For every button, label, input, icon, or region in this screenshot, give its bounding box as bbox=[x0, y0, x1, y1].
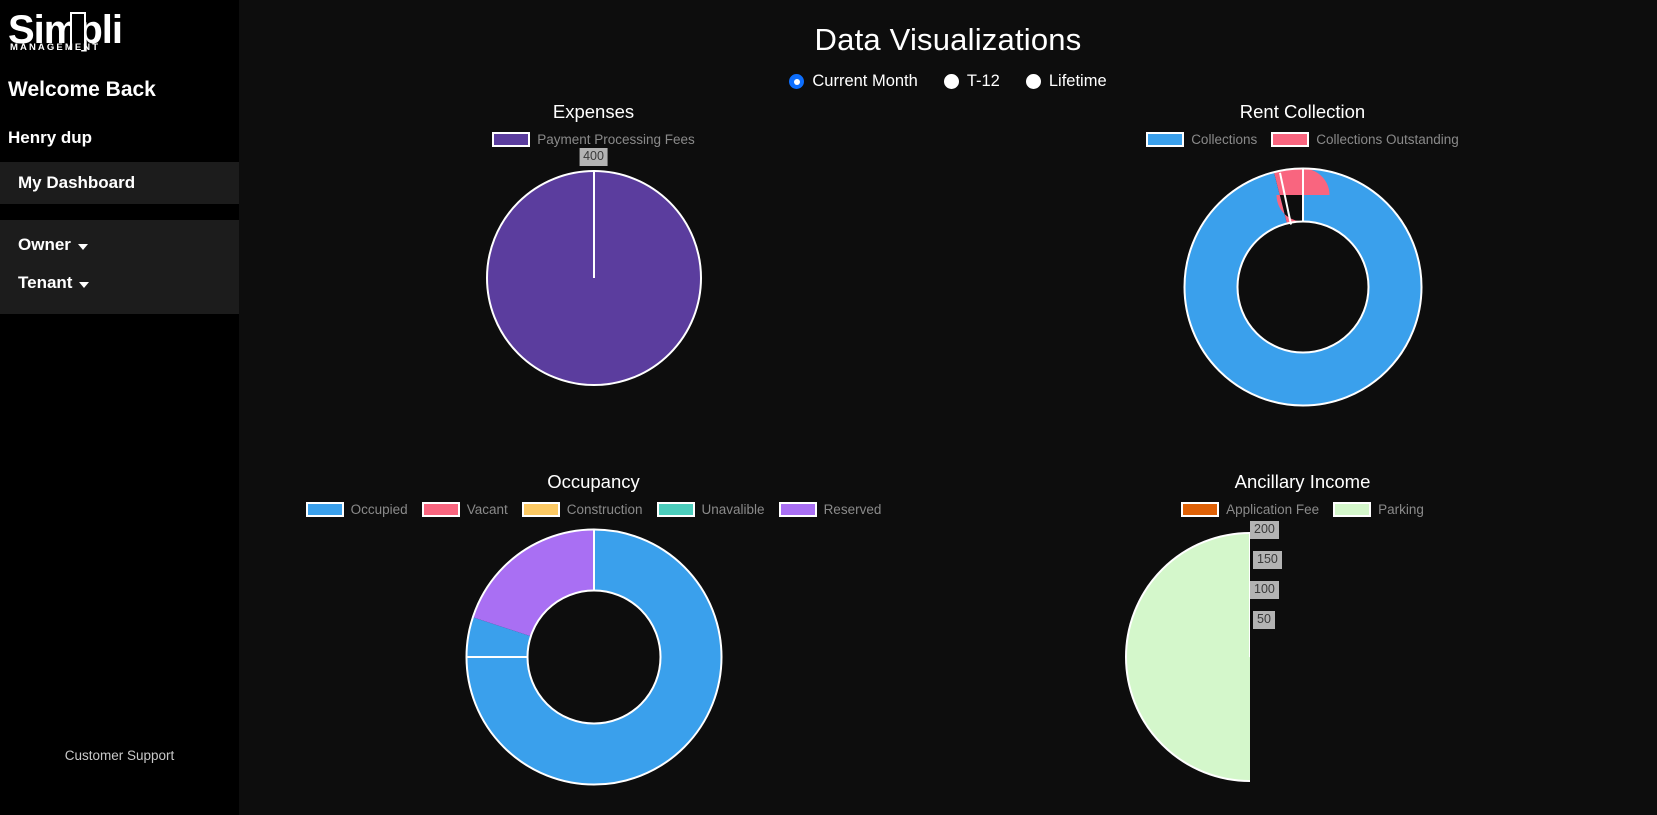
rent-collection-doughnut-svg[interactable] bbox=[1093, 153, 1513, 423]
chart-title: Occupancy bbox=[547, 471, 640, 492]
user-name: Henry dup bbox=[8, 128, 93, 147]
viewport-clip-mask bbox=[1250, 531, 1460, 803]
brand-logo[interactable]: Simpli MANAGEMENT bbox=[0, 0, 239, 62]
chart-canvas-expenses[interactable]: 400 bbox=[239, 148, 948, 453]
doughnut-inner-ring bbox=[526, 589, 661, 725]
data-label-ancillary-100: 100 bbox=[1250, 581, 1279, 599]
radio-t12[interactable]: T-12 bbox=[943, 72, 1000, 91]
legend-item[interactable]: Construction bbox=[521, 502, 643, 517]
chart-canvas-rent-collection[interactable] bbox=[948, 153, 1657, 453]
data-label-ancillary-150: 150 bbox=[1253, 551, 1282, 569]
legend-label: Collections Outstanding bbox=[1316, 132, 1459, 147]
legend-label: Application Fee bbox=[1226, 502, 1320, 517]
legend-item[interactable]: Collections bbox=[1146, 132, 1257, 147]
sidebar-item-tenant[interactable]: Tenant bbox=[0, 264, 239, 302]
chart-title: Expenses bbox=[552, 101, 635, 122]
radio-current-month[interactable]: Current Month bbox=[789, 72, 918, 91]
chart-ancillary-income: Ancillary Income Application Fee Parking bbox=[948, 471, 1657, 813]
page-title: Data Visualizations bbox=[814, 22, 1082, 57]
ancillary-income-pie-svg[interactable] bbox=[1038, 523, 1460, 803]
radio-unselected-icon[interactable] bbox=[1025, 74, 1041, 89]
legend-label: Construction bbox=[566, 502, 643, 517]
charts-row-top: Expenses Payment Processing Fees 400 Ren… bbox=[239, 101, 1657, 453]
chart-title: Rent Collection bbox=[1239, 101, 1366, 122]
sidebar: Simpli MANAGEMENT Welcome Back Henry dup… bbox=[0, 0, 239, 815]
chart-occupancy: Occupancy Occupied Vacant Construction U… bbox=[239, 471, 948, 813]
legend-label: Occupied bbox=[350, 502, 408, 517]
legend-item[interactable]: Payment Processing Fees bbox=[492, 132, 695, 147]
sidebar-item-label: Owner bbox=[18, 235, 71, 254]
legend-swatch-application-fee bbox=[1181, 502, 1220, 517]
legend-swatch-reserved bbox=[778, 502, 817, 517]
legend-label: Payment Processing Fees bbox=[537, 132, 695, 147]
date-range-radio-group: Current Month T-12 Lifetime bbox=[239, 72, 1657, 91]
legend-item[interactable]: Collections Outstanding bbox=[1271, 132, 1459, 147]
main-content: Data Visualizations Current Month T-12 L… bbox=[239, 0, 1657, 815]
chart-expenses: Expenses Payment Processing Fees 400 bbox=[239, 101, 948, 453]
legend-item[interactable]: Occupied bbox=[305, 502, 408, 517]
chevron-down-icon bbox=[77, 243, 88, 250]
chart-canvas-occupancy[interactable] bbox=[239, 523, 948, 813]
radio-unselected-icon[interactable] bbox=[943, 74, 959, 89]
legend-label: Vacant bbox=[466, 502, 508, 517]
legend-swatch-construction bbox=[521, 502, 560, 517]
sidebar-item-owner[interactable]: Owner bbox=[0, 226, 239, 264]
legend-swatch-collections-outstanding bbox=[1271, 132, 1310, 147]
legend-label: Reserved bbox=[823, 502, 882, 517]
legend-label: Parking bbox=[1378, 502, 1424, 517]
radio-selected-icon[interactable] bbox=[789, 74, 805, 89]
app-root: Simpli MANAGEMENT Welcome Back Henry dup… bbox=[0, 0, 1657, 815]
charts-row-bottom: Occupancy Occupied Vacant Construction U… bbox=[239, 471, 1657, 813]
doughnut-inner-ring bbox=[1236, 220, 1369, 354]
radio-label: T-12 bbox=[966, 72, 1000, 90]
legend-swatch-occupied bbox=[305, 502, 344, 517]
chart-canvas-ancillary-income[interactable]: 200 150 100 50 bbox=[948, 521, 1657, 813]
legend-swatch-parking bbox=[1333, 502, 1372, 517]
occupancy-doughnut-svg[interactable] bbox=[384, 523, 804, 803]
legend-item[interactable]: Parking bbox=[1333, 502, 1424, 517]
legend-item[interactable]: Vacant bbox=[421, 502, 508, 517]
radio-lifetime[interactable]: Lifetime bbox=[1025, 72, 1107, 91]
welcome-heading: Welcome Back bbox=[8, 78, 156, 101]
data-label-ancillary-50: 50 bbox=[1253, 611, 1275, 629]
charts-grid: Expenses Payment Processing Fees 400 Ren… bbox=[239, 101, 1657, 813]
sidebar-nav-group: Owner Tenant bbox=[0, 220, 239, 314]
expenses-pie-svg[interactable] bbox=[384, 153, 804, 403]
data-label-expenses-400: 400 bbox=[579, 148, 608, 166]
legend-item[interactable]: Reserved bbox=[778, 502, 882, 517]
chart-rent-collection: Rent Collection Collections Collections … bbox=[948, 101, 1657, 453]
sidebar-divider bbox=[0, 204, 239, 220]
legend-swatch-collections bbox=[1146, 132, 1185, 147]
data-label-ancillary-200: 200 bbox=[1250, 521, 1279, 539]
logo-tagline: MANAGEMENT bbox=[10, 42, 101, 53]
chart-legend: Application Fee Parking bbox=[948, 502, 1657, 517]
chart-title: Ancillary Income bbox=[1234, 471, 1371, 492]
chevron-down-icon bbox=[79, 281, 90, 288]
legend-label: Collections bbox=[1191, 132, 1258, 147]
chart-legend: Collections Collections Outstanding bbox=[948, 132, 1657, 147]
legend-swatch-vacant bbox=[421, 502, 460, 517]
legend-label: Unavalible bbox=[701, 502, 765, 517]
chart-legend: Payment Processing Fees bbox=[239, 132, 948, 147]
customer-support-link[interactable]: Customer Support bbox=[0, 748, 239, 815]
sidebar-spacer bbox=[0, 314, 239, 748]
legend-swatch-unavalible bbox=[656, 502, 695, 517]
sidebar-item-label: Tenant bbox=[18, 273, 73, 292]
doughnut-slice-collections[interactable] bbox=[1184, 168, 1421, 406]
radio-label: Current Month bbox=[812, 72, 918, 90]
radio-label: Lifetime bbox=[1048, 72, 1107, 90]
sidebar-item-my-dashboard[interactable]: My Dashboard bbox=[0, 162, 239, 204]
legend-swatch-payment-processing-fees bbox=[492, 132, 531, 147]
legend-item[interactable]: Unavalible bbox=[656, 502, 765, 517]
chart-legend: Occupied Vacant Construction Unavalible … bbox=[239, 502, 948, 517]
legend-item[interactable]: Application Fee bbox=[1181, 502, 1319, 517]
